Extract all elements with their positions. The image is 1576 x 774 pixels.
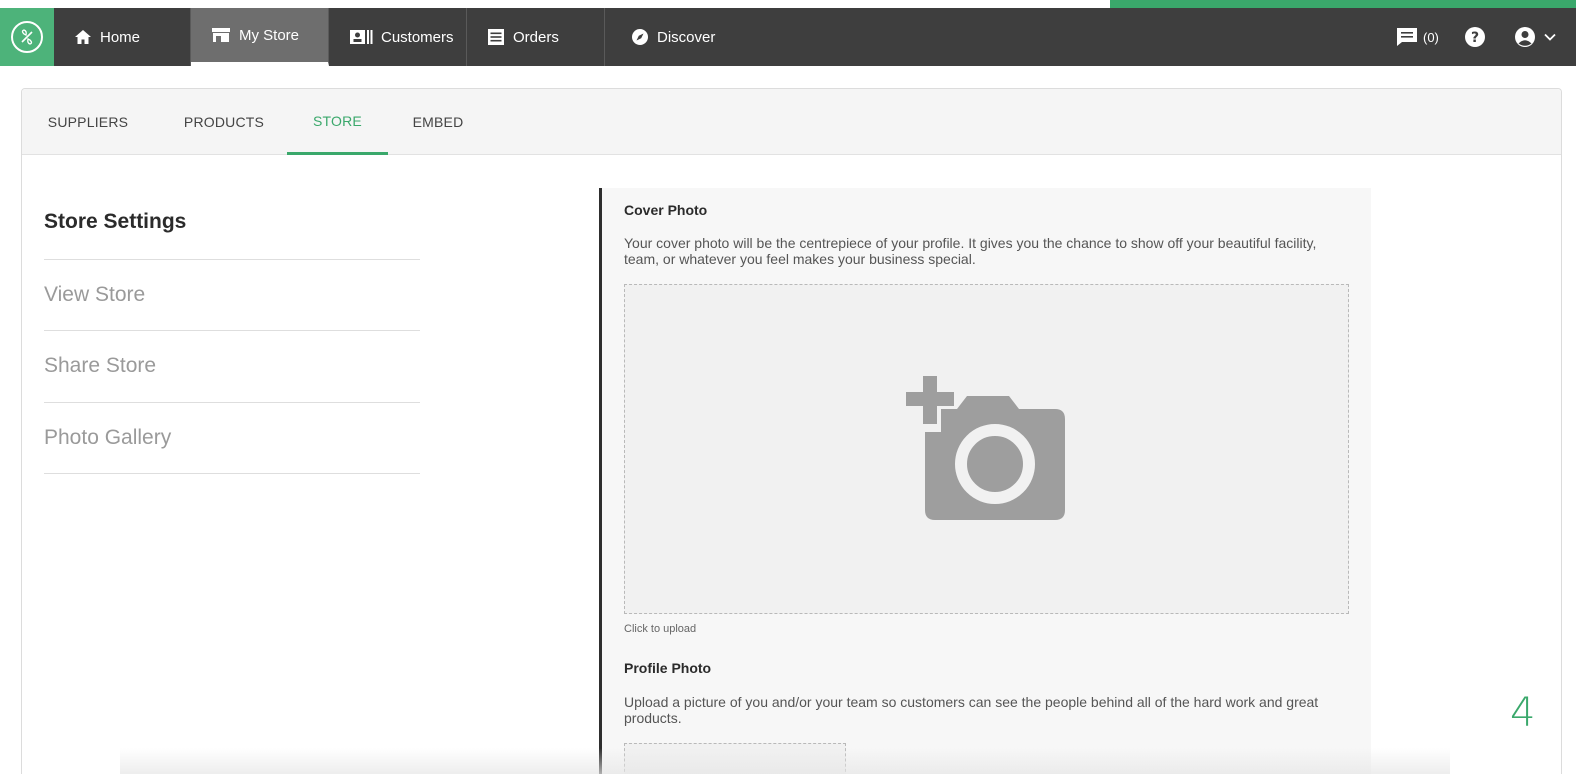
sidebar-item-share-store[interactable]: Share Store: [44, 354, 420, 378]
sidebar-item-view-store[interactable]: View Store: [44, 283, 420, 307]
store-icon: [212, 28, 230, 42]
tab-embed[interactable]: EMBED: [392, 89, 484, 155]
nav-customers-label: Customers: [381, 28, 454, 46]
compass-icon: [632, 29, 648, 45]
messages-button[interactable]: (0): [1396, 8, 1439, 66]
sidebar-item-photo-gallery[interactable]: Photo Gallery: [44, 426, 420, 450]
sidebar-divider: [44, 473, 420, 474]
svg-text:?: ?: [1471, 30, 1479, 46]
user-icon: [1515, 27, 1535, 47]
nav-discover-label: Discover: [657, 28, 716, 46]
chevron-down-icon: [1544, 33, 1556, 41]
nav-my-store-label: My Store: [239, 26, 300, 44]
contacts-icon: [350, 30, 373, 44]
list-icon: [488, 29, 504, 45]
nav-home[interactable]: Home: [54, 8, 191, 66]
nav-discover[interactable]: Discover: [605, 8, 765, 66]
profile-photo-description: Upload a picture of you and/or your team…: [624, 694, 1319, 726]
nav-orders[interactable]: Orders: [467, 8, 605, 66]
profile-photo-title: Profile Photo: [624, 660, 712, 676]
tab-store[interactable]: STORE: [287, 89, 388, 155]
nav-my-store[interactable]: My Store: [191, 8, 329, 66]
home-icon: [75, 30, 91, 44]
top-navbar: Home My Store Customers Orders Discover …: [0, 8, 1576, 66]
cover-photo-title: Cover Photo: [624, 202, 708, 218]
cover-photo-upload[interactable]: [624, 284, 1349, 614]
profile-photo-upload[interactable]: [624, 743, 846, 774]
sidebar-divider: [44, 330, 420, 331]
top-accent-bar: [1110, 0, 1576, 8]
nav-orders-label: Orders: [513, 28, 559, 46]
nav-customers[interactable]: Customers: [329, 8, 467, 66]
help-button[interactable]: ?: [1464, 8, 1486, 66]
tab-products[interactable]: PRODUCTS: [168, 89, 280, 155]
sidebar-divider: [44, 402, 420, 403]
chat-icon: [1397, 28, 1417, 46]
sidebar-divider: [44, 259, 420, 260]
messages-count: (0): [1423, 29, 1439, 45]
tab-suppliers[interactable]: SUPPLIERS: [32, 89, 144, 155]
leaf-logo-icon: [11, 21, 43, 53]
sidebar-title: Store Settings: [44, 210, 187, 233]
tab-bar: SUPPLIERS PRODUCTS STORE EMBED: [22, 89, 1561, 155]
account-menu[interactable]: [1514, 8, 1556, 66]
help-icon: ?: [1465, 27, 1485, 47]
add-photo-icon: [905, 376, 1065, 520]
cover-photo-description: Your cover photo will be the centrepiece…: [624, 235, 1317, 267]
page-number: 4: [1510, 690, 1536, 736]
upload-hint: Click to upload: [624, 623, 697, 635]
nav-home-label: Home: [100, 28, 141, 46]
app-logo[interactable]: [0, 8, 54, 66]
